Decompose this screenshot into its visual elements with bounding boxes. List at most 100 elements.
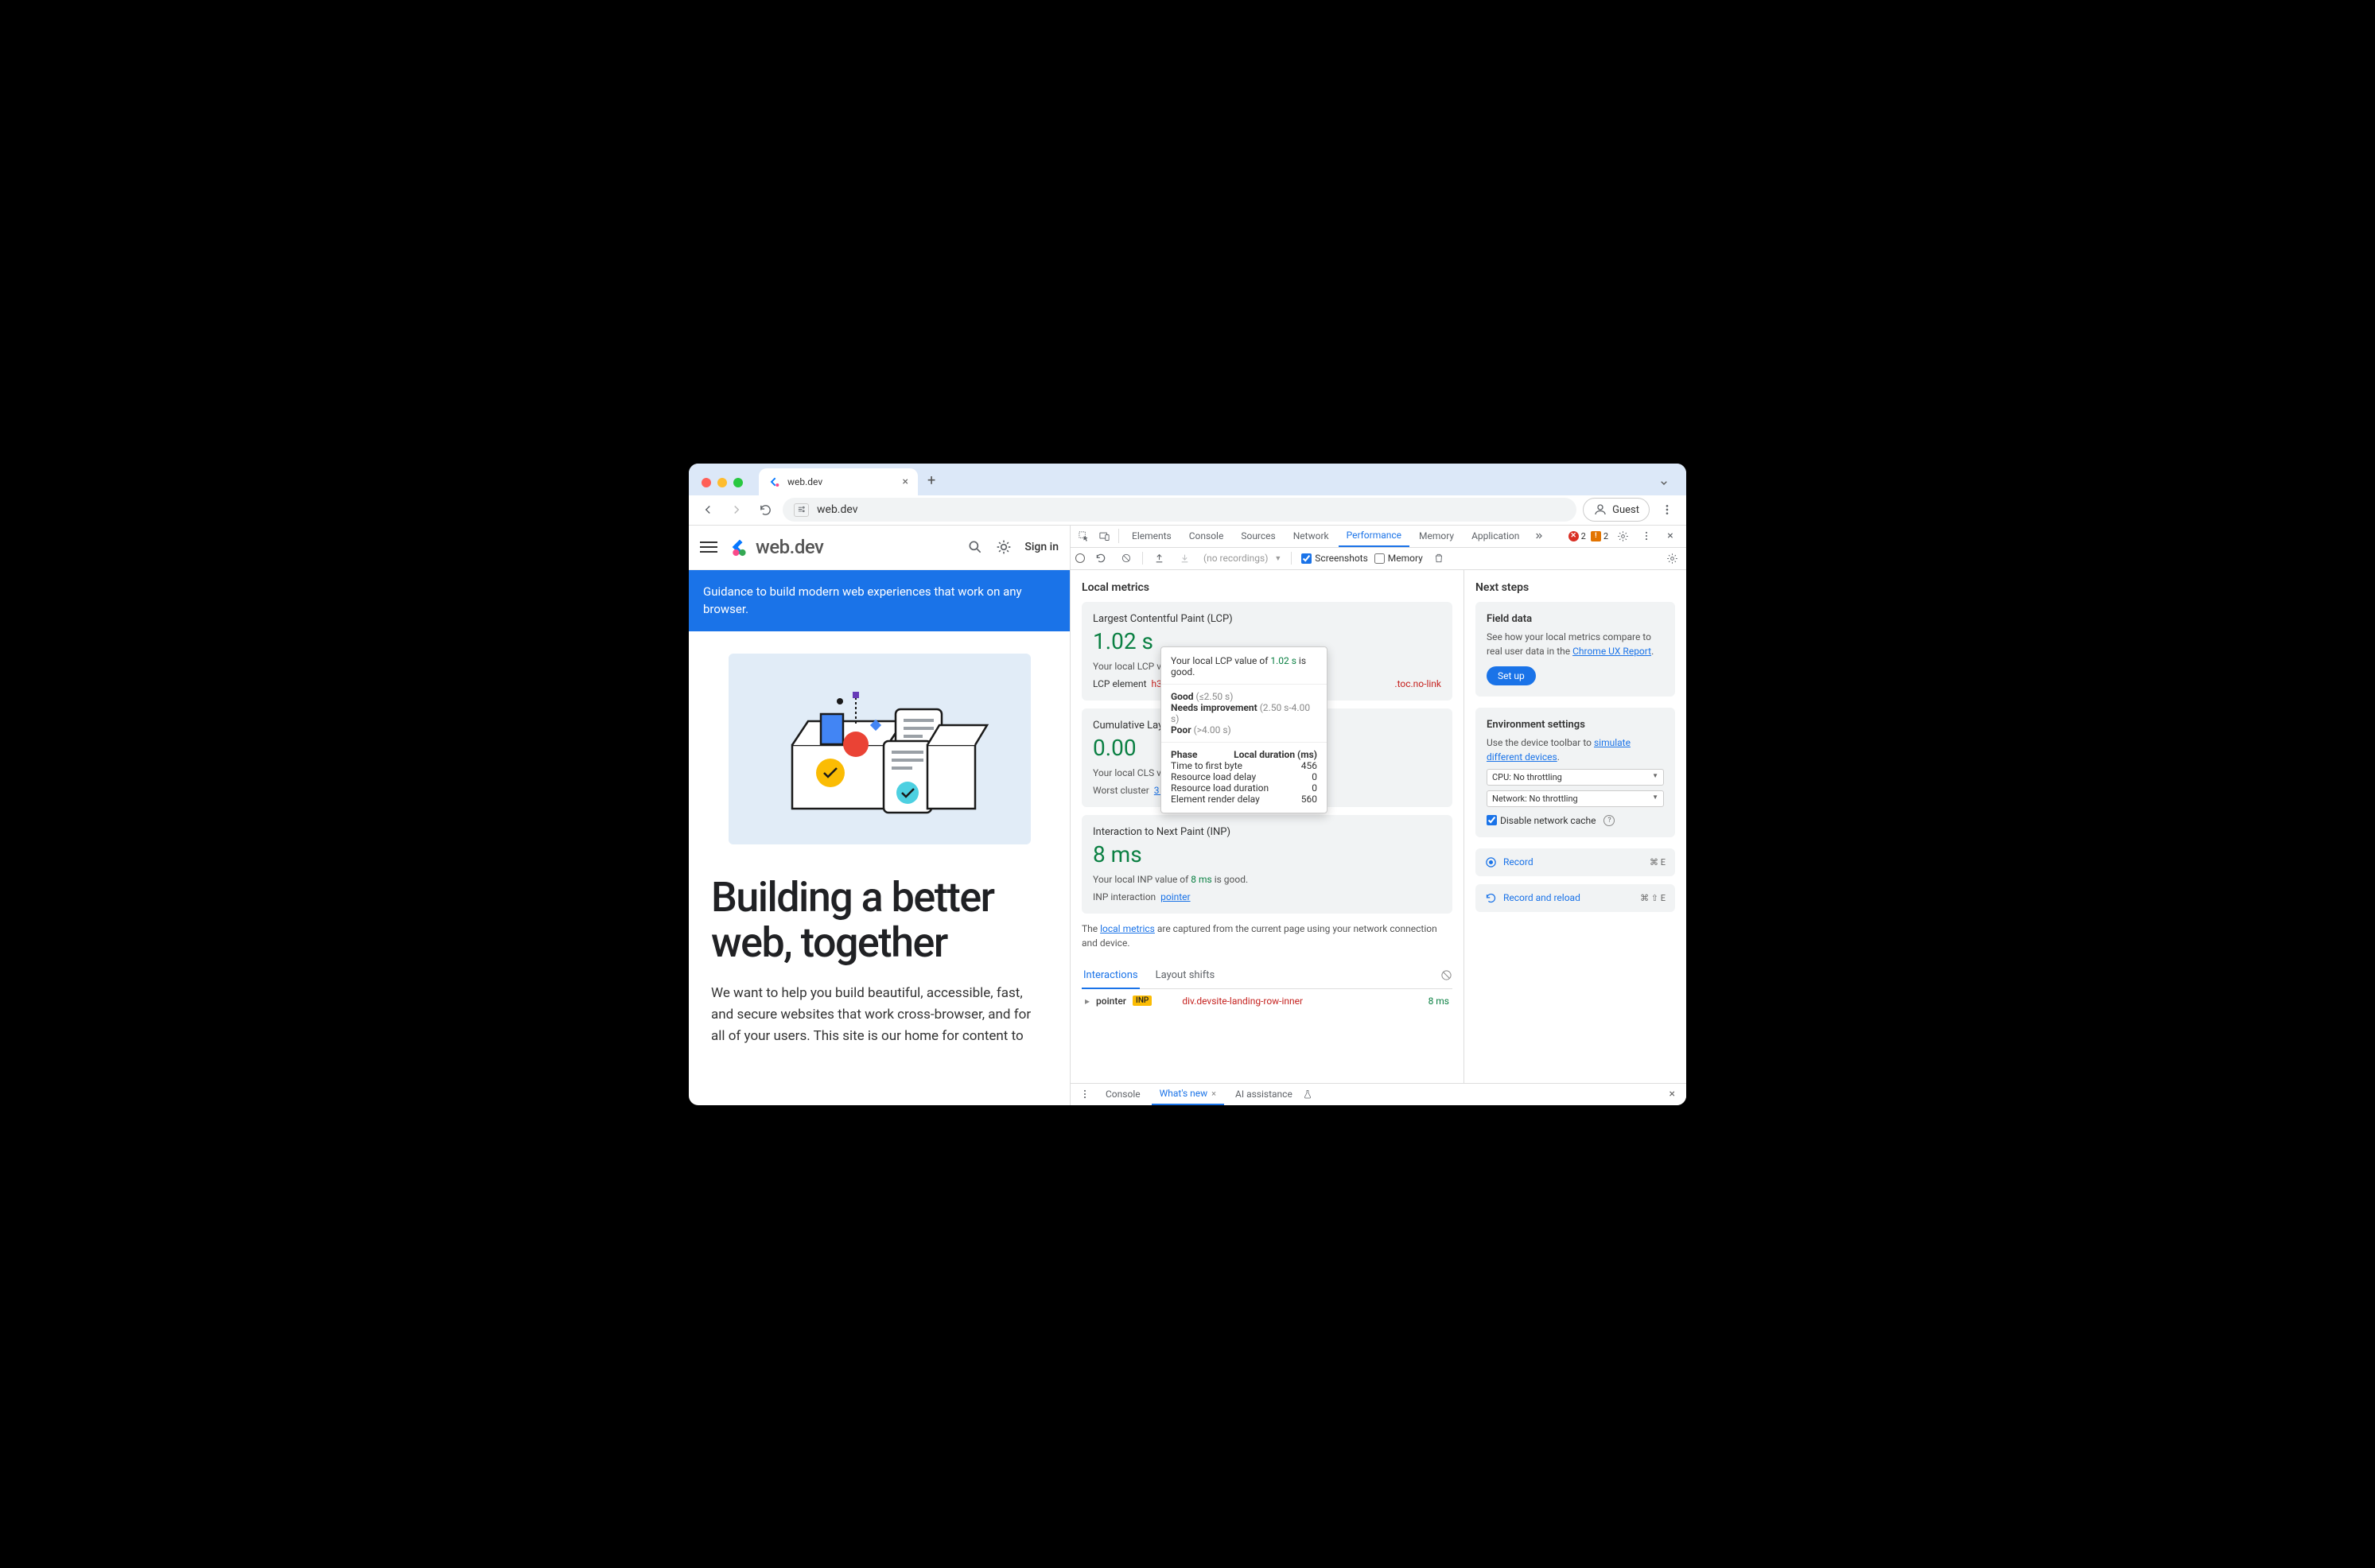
env-settings-card: Environment settings Use the device tool…	[1475, 708, 1675, 837]
clear-icon[interactable]	[1117, 549, 1136, 568]
tab-interactions[interactable]: Interactions	[1082, 963, 1140, 989]
memory-checkbox[interactable]: Memory	[1374, 553, 1423, 564]
person-icon	[1593, 503, 1607, 517]
tab-elements[interactable]: Elements	[1124, 526, 1180, 548]
tab-favicon-icon	[768, 475, 781, 488]
error-count[interactable]: ✕2	[1568, 531, 1586, 541]
forward-button[interactable]	[725, 499, 748, 521]
site-header: web.dev Sign in	[689, 526, 1070, 570]
network-throttle-select[interactable]: Network: No throttling	[1487, 790, 1664, 807]
interactions-tabs: Interactions Layout shifts	[1082, 963, 1452, 989]
close-tab-icon[interactable]: ×	[1211, 1089, 1216, 1099]
performance-toolbar: (no recordings) ▼ Screenshots Memory	[1071, 548, 1686, 570]
next-steps-title: Next steps	[1475, 581, 1675, 594]
field-data-title: Field data	[1487, 613, 1664, 625]
hero-title: Building a better web, together	[711, 875, 1048, 965]
browser-menu-button[interactable]	[1656, 499, 1678, 521]
new-tab-button[interactable]: +	[918, 472, 945, 495]
env-title: Environment settings	[1487, 719, 1664, 731]
tab-overflow-button[interactable]	[1658, 476, 1680, 495]
inp-interaction-row: INP interaction pointer	[1093, 891, 1441, 902]
maximize-window-button[interactable]	[733, 478, 743, 487]
devtools-drawer: Console What's new× AI assistance ×	[1071, 1083, 1686, 1105]
drawer-tab-console[interactable]: Console	[1098, 1083, 1149, 1105]
inp-value: 8 ms	[1093, 841, 1441, 867]
devtools-tabs: Elements Console Sources Network Perform…	[1071, 526, 1686, 548]
inp-badge: INP	[1133, 996, 1152, 1006]
webdev-logo-icon	[729, 536, 751, 558]
record-card[interactable]: Record ⌘ E	[1475, 848, 1675, 876]
drawer-tab-ai[interactable]: AI assistance	[1227, 1083, 1320, 1105]
clear-interactions-icon[interactable]	[1440, 969, 1452, 981]
tab-title: web.dev	[787, 476, 822, 487]
browser-tab[interactable]: web.dev ×	[759, 468, 918, 495]
disable-cache-checkbox[interactable]: Disable network cache?	[1487, 815, 1664, 826]
crux-link[interactable]: Chrome UX Report	[1572, 646, 1651, 657]
inp-name: Interaction to Next Paint (INP)	[1093, 826, 1441, 838]
site-name: web.dev	[756, 536, 823, 558]
lcp-name: Largest Contentful Paint (LCP)	[1093, 613, 1441, 625]
tab-memory[interactable]: Memory	[1411, 526, 1462, 548]
hero-illustration	[729, 654, 1031, 844]
warning-count[interactable]: !2	[1591, 531, 1608, 541]
search-icon[interactable]	[967, 539, 983, 555]
cpu-throttle-select[interactable]: CPU: No throttling	[1487, 769, 1664, 786]
record-reload-card[interactable]: Record and reload ⌘ ⇧ E	[1475, 884, 1675, 912]
drawer-menu-icon[interactable]	[1075, 1085, 1094, 1104]
expand-icon: ▸	[1085, 996, 1090, 1007]
tab-layout-shifts[interactable]: Layout shifts	[1154, 963, 1217, 988]
field-data-text: See how your local metrics compare to re…	[1487, 630, 1664, 658]
sign-in-link[interactable]: Sign in	[1024, 541, 1059, 553]
drawer-tab-whats-new[interactable]: What's new×	[1152, 1083, 1224, 1105]
field-data-card: Field data See how your local metrics co…	[1475, 602, 1675, 697]
reload-button[interactable]	[754, 499, 776, 521]
settings-icon[interactable]	[1613, 526, 1632, 545]
page-banner: Guidance to build modern web experiences…	[689, 570, 1070, 631]
minimize-window-button[interactable]	[717, 478, 727, 487]
inp-card: Interaction to Next Paint (INP) 8 ms You…	[1082, 815, 1452, 914]
reload-icon	[1485, 892, 1497, 904]
omnibox[interactable]: web.dev	[783, 498, 1576, 522]
device-toolbar-icon[interactable]	[1094, 526, 1114, 545]
metrics-footnote: The local metrics are captured from the …	[1082, 922, 1452, 950]
help-icon[interactable]: ?	[1603, 815, 1615, 826]
hero-subtitle: We want to help you build beautiful, acc…	[711, 983, 1048, 1048]
tab-strip: web.dev × +	[689, 464, 1686, 495]
screenshots-checkbox[interactable]: Screenshots	[1301, 553, 1367, 564]
back-button[interactable]	[697, 499, 719, 521]
upload-icon[interactable]	[1149, 549, 1168, 568]
gc-icon[interactable]	[1429, 549, 1448, 568]
profile-button[interactable]: Guest	[1583, 498, 1650, 522]
interaction-type: pointer	[1096, 996, 1126, 1007]
setup-button[interactable]: Set up	[1487, 666, 1536, 685]
tab-close-icon[interactable]: ×	[903, 475, 908, 488]
close-drawer-icon[interactable]: ×	[1669, 1088, 1681, 1100]
devtools-panel: Elements Console Sources Network Perform…	[1071, 526, 1686, 1105]
devtools-menu-icon[interactable]	[1637, 526, 1656, 545]
interaction-row[interactable]: ▸ pointer INP div.devsite-landing-row-in…	[1082, 989, 1452, 1013]
tab-application[interactable]: Application	[1463, 526, 1527, 548]
browser-window: web.dev × + web.dev Guest	[689, 464, 1686, 1105]
tab-performance[interactable]: Performance	[1339, 526, 1409, 548]
recordings-select[interactable]: (no recordings)	[1203, 553, 1268, 564]
tab-network[interactable]: Network	[1285, 526, 1337, 548]
page-content: web.dev Sign in Guidance to build modern…	[689, 526, 1071, 1105]
record-button[interactable]	[1075, 553, 1085, 563]
tab-sources[interactable]: Sources	[1233, 526, 1283, 548]
download-icon[interactable]	[1175, 549, 1194, 568]
close-devtools-icon[interactable]: ×	[1661, 526, 1680, 545]
menu-icon[interactable]	[700, 538, 717, 556]
theme-toggle-icon[interactable]	[996, 539, 1012, 555]
local-metrics-link[interactable]: local metrics	[1100, 923, 1155, 934]
hero-section: Building a better web, together We want …	[689, 631, 1070, 1048]
site-settings-icon[interactable]	[794, 503, 809, 517]
inp-interaction-link[interactable]: pointer	[1160, 891, 1190, 902]
reload-record-icon[interactable]	[1091, 549, 1110, 568]
tab-console[interactable]: Console	[1181, 526, 1232, 548]
more-tabs-icon[interactable]	[1529, 526, 1548, 545]
site-logo[interactable]: web.dev	[729, 536, 823, 558]
inspect-element-icon[interactable]	[1074, 526, 1093, 545]
record-icon	[1485, 856, 1497, 868]
capture-settings-icon[interactable]	[1662, 549, 1681, 568]
close-window-button[interactable]	[702, 478, 711, 487]
